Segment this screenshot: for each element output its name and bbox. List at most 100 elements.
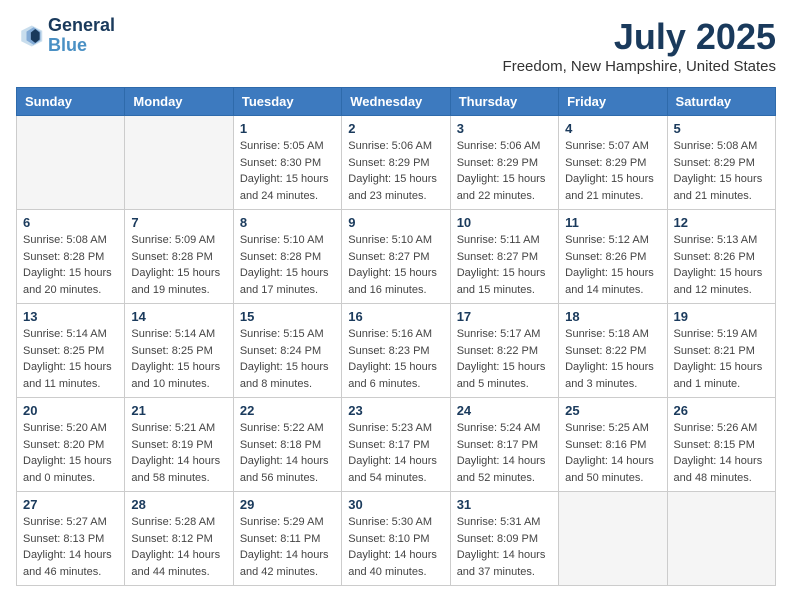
title-block: July 2025 Freedom, New Hampshire, United… <box>503 16 776 75</box>
weekday-header-friday: Friday <box>559 88 667 116</box>
day-info: Sunrise: 5:23 AMSunset: 8:17 PMDaylight:… <box>348 420 443 486</box>
day-number: 19 <box>674 309 769 324</box>
day-number: 5 <box>674 121 769 136</box>
week-row-1: 1 Sunrise: 5:05 AMSunset: 8:30 PMDaylight… <box>17 116 776 210</box>
day-info: Sunrise: 5:14 AMSunset: 8:25 PMDaylight:… <box>131 326 226 392</box>
weekday-header-monday: Monday <box>125 88 233 116</box>
day-number: 1 <box>240 121 335 136</box>
weekday-header-row: SundayMondayTuesdayWednesdayThursdayFrid… <box>17 88 776 116</box>
calendar-cell: 2 Sunrise: 5:06 AMSunset: 8:29 PMDaylight… <box>342 116 450 210</box>
calendar-cell: 21Sunrise: 5:21 AMSunset: 8:19 PMDayligh… <box>125 398 233 492</box>
calendar-cell: 12 Sunrise: 5:13 AMSunset: 8:26 PMDayligh… <box>667 210 775 304</box>
calendar-cell: 9Sunrise: 5:10 AMSunset: 8:27 PMDaylight… <box>342 210 450 304</box>
logo: General Blue <box>16 16 115 56</box>
calendar-cell <box>667 492 775 586</box>
day-number: 6 <box>23 215 118 230</box>
calendar-cell: 18 Sunrise: 5:18 AMSunset: 8:22 PMDayligh… <box>559 304 667 398</box>
day-info: Sunrise: 5:20 AMSunset: 8:20 PMDaylight:… <box>23 420 118 486</box>
calendar-cell: 1 Sunrise: 5:05 AMSunset: 8:30 PMDaylight… <box>233 116 341 210</box>
day-number: 13 <box>23 309 118 324</box>
day-info: Sunrise: 5:25 AMSunset: 8:16 PMDaylight:… <box>565 420 660 486</box>
calendar-cell: 5 Sunrise: 5:08 AMSunset: 8:29 PMDaylight… <box>667 116 775 210</box>
calendar-cell <box>125 116 233 210</box>
day-info: Sunrise: 5:26 AMSunset: 8:15 PMDaylight:… <box>674 420 769 486</box>
weekday-header-wednesday: Wednesday <box>342 88 450 116</box>
day-number: 2 <box>348 121 443 136</box>
day-info: Sunrise: 5:12 AMSunset: 8:26 PMDaylight:… <box>565 232 660 298</box>
calendar-cell: 29 Sunrise: 5:29 AMSunset: 8:11 PMDayligh… <box>233 492 341 586</box>
day-info: Sunrise: 5:29 AMSunset: 8:11 PMDaylight:… <box>240 514 335 580</box>
calendar-cell: 28Sunrise: 5:28 AMSunset: 8:12 PMDayligh… <box>125 492 233 586</box>
day-number: 11 <box>565 215 660 230</box>
calendar-cell: 10 Sunrise: 5:11 AMSunset: 8:27 PMDayligh… <box>450 210 558 304</box>
day-info: Sunrise: 5:16 AMSunset: 8:23 PMDaylight:… <box>348 326 443 392</box>
day-number: 20 <box>23 403 118 418</box>
day-number: 21 <box>131 403 226 418</box>
calendar-cell <box>17 116 125 210</box>
day-info: Sunrise: 5:05 AMSunset: 8:30 PMDaylight:… <box>240 138 335 204</box>
day-info: Sunrise: 5:11 AMSunset: 8:27 PMDaylight:… <box>457 232 552 298</box>
day-number: 10 <box>457 215 552 230</box>
calendar-cell: 16 Sunrise: 5:16 AMSunset: 8:23 PMDayligh… <box>342 304 450 398</box>
day-number: 22 <box>240 403 335 418</box>
day-number: 12 <box>674 215 769 230</box>
day-number: 7 <box>131 215 226 230</box>
main-title: July 2025 <box>503 16 776 58</box>
weekday-header-saturday: Saturday <box>667 88 775 116</box>
calendar-cell: 8 Sunrise: 5:10 AMSunset: 8:28 PMDaylight… <box>233 210 341 304</box>
page-header: General Blue July 2025 Freedom, New Hamp… <box>16 16 776 75</box>
day-number: 14 <box>131 309 226 324</box>
day-info: Sunrise: 5:06 AMSunset: 8:29 PMDaylight:… <box>348 138 443 204</box>
day-number: 27 <box>23 497 118 512</box>
calendar-cell: 14 Sunrise: 5:14 AMSunset: 8:25 PMDayligh… <box>125 304 233 398</box>
day-info: Sunrise: 5:13 AMSunset: 8:26 PMDaylight:… <box>674 232 769 298</box>
calendar-cell: 4Sunrise: 5:07 AMSunset: 8:29 PMDaylight… <box>559 116 667 210</box>
calendar-cell: 24Sunrise: 5:24 AMSunset: 8:17 PMDayligh… <box>450 398 558 492</box>
week-row-4: 20 Sunrise: 5:20 AMSunset: 8:20 PMDayligh… <box>17 398 776 492</box>
calendar-cell: 23 Sunrise: 5:23 AMSunset: 8:17 PMDayligh… <box>342 398 450 492</box>
subtitle: Freedom, New Hampshire, United States <box>503 58 776 75</box>
week-row-5: 27 Sunrise: 5:27 AMSunset: 8:13 PMDayligh… <box>17 492 776 586</box>
day-info: Sunrise: 5:17 AMSunset: 8:22 PMDaylight:… <box>457 326 552 392</box>
day-number: 18 <box>565 309 660 324</box>
day-number: 25 <box>565 403 660 418</box>
day-info: Sunrise: 5:18 AMSunset: 8:22 PMDaylight:… <box>565 326 660 392</box>
calendar-cell: 3Sunrise: 5:06 AMSunset: 8:29 PMDaylight… <box>450 116 558 210</box>
day-info: Sunrise: 5:30 AMSunset: 8:10 PMDaylight:… <box>348 514 443 580</box>
day-info: Sunrise: 5:31 AMSunset: 8:09 PMDaylight:… <box>457 514 552 580</box>
day-info: Sunrise: 5:10 AMSunset: 8:27 PMDaylight:… <box>348 232 443 298</box>
day-number: 8 <box>240 215 335 230</box>
day-info: Sunrise: 5:10 AMSunset: 8:28 PMDaylight:… <box>240 232 335 298</box>
day-number: 28 <box>131 497 226 512</box>
calendar-cell: 11 Sunrise: 5:12 AMSunset: 8:26 PMDayligh… <box>559 210 667 304</box>
calendar-cell: 25 Sunrise: 5:25 AMSunset: 8:16 PMDayligh… <box>559 398 667 492</box>
logo-text: General Blue <box>48 16 115 56</box>
weekday-header-sunday: Sunday <box>17 88 125 116</box>
day-number: 4 <box>565 121 660 136</box>
day-number: 23 <box>348 403 443 418</box>
calendar-cell: 30Sunrise: 5:30 AMSunset: 8:10 PMDayligh… <box>342 492 450 586</box>
day-info: Sunrise: 5:24 AMSunset: 8:17 PMDaylight:… <box>457 420 552 486</box>
day-info: Sunrise: 5:08 AMSunset: 8:28 PMDaylight:… <box>23 232 118 298</box>
calendar-cell: 6 Sunrise: 5:08 AMSunset: 8:28 PMDaylight… <box>17 210 125 304</box>
calendar-cell: 17Sunrise: 5:17 AMSunset: 8:22 PMDayligh… <box>450 304 558 398</box>
day-number: 29 <box>240 497 335 512</box>
day-number: 26 <box>674 403 769 418</box>
logo-icon <box>16 22 44 50</box>
calendar-cell: 15 Sunrise: 5:15 AMSunset: 8:24 PMDayligh… <box>233 304 341 398</box>
day-number: 16 <box>348 309 443 324</box>
day-info: Sunrise: 5:08 AMSunset: 8:29 PMDaylight:… <box>674 138 769 204</box>
day-info: Sunrise: 5:09 AMSunset: 8:28 PMDaylight:… <box>131 232 226 298</box>
week-row-3: 13 Sunrise: 5:14 AMSunset: 8:25 PMDayligh… <box>17 304 776 398</box>
calendar-cell: 31 Sunrise: 5:31 AMSunset: 8:09 PMDayligh… <box>450 492 558 586</box>
day-info: Sunrise: 5:06 AMSunset: 8:29 PMDaylight:… <box>457 138 552 204</box>
calendar-cell <box>559 492 667 586</box>
day-number: 15 <box>240 309 335 324</box>
day-info: Sunrise: 5:19 AMSunset: 8:21 PMDaylight:… <box>674 326 769 392</box>
day-info: Sunrise: 5:15 AMSunset: 8:24 PMDaylight:… <box>240 326 335 392</box>
calendar-cell: 7 Sunrise: 5:09 AMSunset: 8:28 PMDaylight… <box>125 210 233 304</box>
day-number: 31 <box>457 497 552 512</box>
day-info: Sunrise: 5:27 AMSunset: 8:13 PMDaylight:… <box>23 514 118 580</box>
weekday-header-tuesday: Tuesday <box>233 88 341 116</box>
week-row-2: 6 Sunrise: 5:08 AMSunset: 8:28 PMDaylight… <box>17 210 776 304</box>
